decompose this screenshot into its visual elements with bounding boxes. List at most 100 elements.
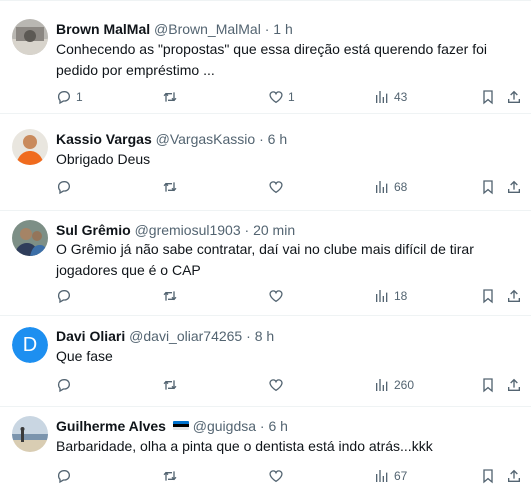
retweet-icon: [163, 182, 177, 192]
views-count: 67: [394, 469, 408, 483]
share-button[interactable]: [506, 466, 522, 486]
reply-icon: [57, 470, 70, 484]
views-button[interactable]: 67: [374, 466, 407, 486]
retweet-button[interactable]: [162, 466, 182, 486]
views-button[interactable]: 43: [374, 87, 407, 107]
share-button[interactable]: [506, 375, 522, 395]
views-icon: [376, 379, 388, 391]
reply-tweet[interactable]: Kassio Vargas @VargasKassio · 6 h Obriga…: [0, 113, 531, 211]
like-button[interactable]: 1: [268, 87, 295, 107]
bookmark-button[interactable]: [480, 177, 496, 197]
bookmark-button[interactable]: [480, 286, 496, 306]
like-icon: [269, 290, 283, 303]
timestamp[interactable]: 1 h: [273, 21, 292, 37]
reply-button[interactable]: [56, 375, 76, 395]
views-button[interactable]: 18: [374, 286, 407, 306]
retweet-button[interactable]: [162, 286, 182, 306]
avatar[interactable]: D: [12, 327, 48, 363]
avatar[interactable]: [12, 220, 48, 256]
separator-dot: ·: [264, 21, 270, 37]
views-count: 68: [394, 180, 408, 194]
reply-button[interactable]: 1: [56, 87, 83, 107]
retweet-button[interactable]: [162, 177, 182, 197]
avatar[interactable]: [12, 129, 48, 165]
reply-icon: [57, 181, 70, 195]
retweet-button[interactable]: [162, 375, 182, 395]
tweet-text: Barbaridade, olha a pinta que o dentista…: [56, 438, 433, 454]
timestamp[interactable]: 6 h: [268, 418, 287, 434]
author-name[interactable]: Kassio Vargas: [56, 131, 152, 147]
bookmark-icon: [483, 378, 493, 393]
like-button[interactable]: [268, 286, 288, 306]
author-handle[interactable]: @davi_oliar74265: [129, 328, 242, 344]
reply-feed: Brown MalMal @Brown_MalMal · 1 h Conhece…: [0, 0, 531, 486]
reply-tweet[interactable]: D Davi Oliari @davi_oliar74265 · 8 h Que…: [0, 315, 531, 407]
reply-button[interactable]: [56, 286, 76, 306]
like-button[interactable]: [268, 466, 288, 486]
reply-icon: [57, 290, 70, 304]
tweet-text: Obrigado Deus: [56, 151, 151, 167]
reply-tweet[interactable]: Guilherme Alves @guigdsa · 6 h Barbarida…: [0, 406, 531, 486]
tweet-text: O Grêmio já não sabe contratar, daí vai …: [56, 241, 474, 278]
like-count: 1: [288, 90, 295, 104]
retweet-icon: [163, 92, 177, 102]
tweet-text: Que fase: [56, 348, 113, 364]
author-name[interactable]: Davi Oliari: [56, 328, 125, 344]
avatar[interactable]: [12, 416, 48, 452]
views-button[interactable]: 68: [374, 177, 407, 197]
reply-tweet[interactable]: Sul Grêmio @gremiosul1903 · 20 min O Grê…: [0, 210, 531, 316]
views-icon: [376, 91, 388, 103]
timestamp[interactable]: 8 h: [255, 328, 274, 344]
action-bar: 1 1 43: [56, 87, 526, 107]
like-button[interactable]: [268, 375, 288, 395]
like-button[interactable]: [268, 177, 288, 197]
views-icon: [376, 470, 388, 482]
author-handle[interactable]: @guigdsa: [193, 418, 256, 434]
bookmark-button[interactable]: [480, 375, 496, 395]
bookmark-icon: [483, 469, 493, 484]
retweet-icon: [163, 380, 177, 390]
action-bar: 67: [56, 466, 526, 486]
share-button[interactable]: [506, 286, 522, 306]
retweet-icon: [163, 291, 177, 301]
tweet-text: Conhecendo as "propostas" que essa direç…: [56, 41, 487, 78]
reply-icon: [57, 379, 70, 393]
author-handle[interactable]: @Brown_MalMal: [154, 21, 261, 37]
share-icon: [508, 469, 520, 482]
estonia-flag-icon: [172, 421, 189, 430]
timestamp[interactable]: 6 h: [268, 131, 287, 147]
share-icon: [508, 90, 520, 103]
bookmark-icon: [483, 90, 493, 105]
separator-dot: ·: [244, 222, 250, 238]
like-icon: [269, 470, 283, 483]
bookmark-button[interactable]: [480, 87, 496, 107]
separator-dot: ·: [246, 328, 251, 344]
share-icon: [508, 378, 520, 391]
share-icon: [508, 180, 520, 193]
views-button[interactable]: 260: [374, 375, 414, 395]
author-name[interactable]: Guilherme Alves: [56, 418, 166, 434]
timestamp[interactable]: 20 min: [253, 222, 295, 238]
author-name[interactable]: Brown MalMal: [56, 21, 150, 37]
reply-button[interactable]: [56, 177, 76, 197]
views-icon: [376, 181, 388, 193]
author-name[interactable]: Sul Grêmio: [56, 222, 131, 238]
action-bar: 18: [56, 286, 526, 306]
author-handle[interactable]: @gremiosul1903: [135, 222, 241, 238]
views-count: 260: [394, 378, 415, 392]
reply-button[interactable]: [56, 466, 76, 486]
separator-dot: ·: [259, 131, 264, 147]
views-count: 43: [394, 90, 408, 104]
author-handle[interactable]: @VargasKassio: [156, 131, 256, 147]
retweet-icon: [163, 471, 177, 481]
reply-icon: [57, 91, 70, 105]
bookmark-button[interactable]: [480, 466, 496, 486]
avatar-initial: D: [12, 327, 48, 363]
avatar[interactable]: [12, 19, 48, 55]
views-icon: [376, 290, 388, 302]
share-icon: [508, 289, 520, 302]
share-button[interactable]: [506, 87, 522, 107]
share-button[interactable]: [506, 177, 522, 197]
reply-tweet[interactable]: Brown MalMal @Brown_MalMal · 1 h Conhece…: [0, 1, 531, 114]
retweet-button[interactable]: [162, 87, 182, 107]
